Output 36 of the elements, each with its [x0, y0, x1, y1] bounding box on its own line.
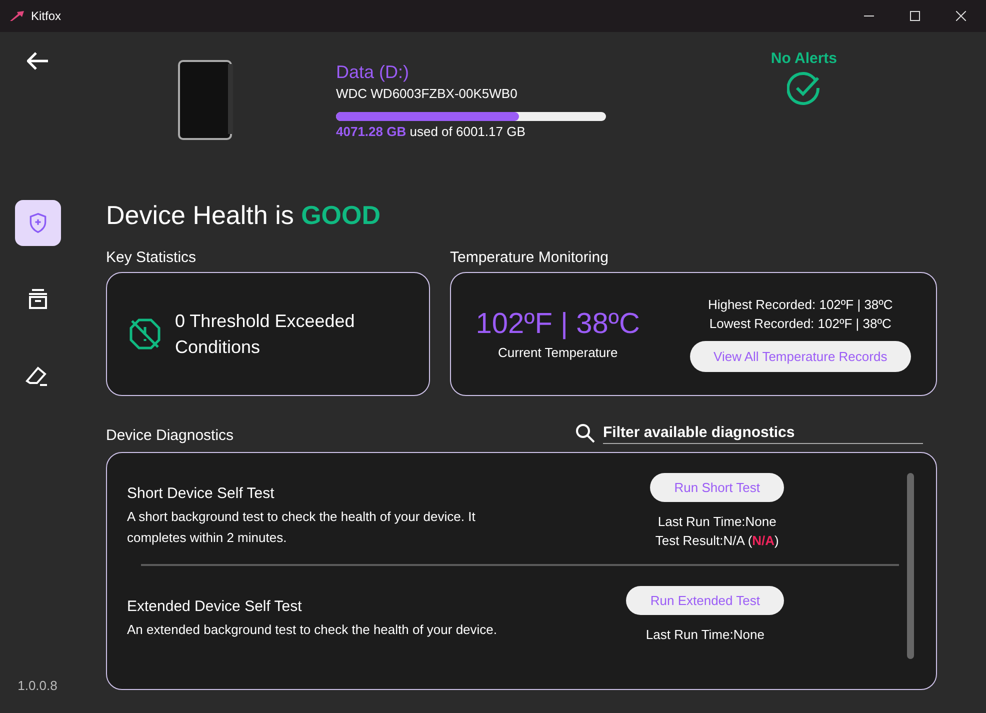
health-nav-item[interactable] [14, 200, 60, 246]
drive-model: WDC WD6003FZBX-00K5WB0 [336, 86, 518, 101]
highest-temperature: Highest Recorded: 102ºF | 38ºC [708, 296, 893, 312]
run-test-button[interactable]: Run Extended Test [626, 586, 784, 615]
back-arrow-icon[interactable] [26, 52, 48, 70]
maximize-icon[interactable] [910, 11, 920, 21]
last-run-time: Last Run Time:None [658, 514, 776, 529]
test-title: Short Device Self Test [127, 485, 276, 502]
alerts-status: No Alerts [770, 50, 837, 67]
lowest-temperature: Lowest Recorded: 102ºF | 38ºC [709, 316, 892, 330]
version-label: 1.0.0.8 [18, 678, 58, 693]
search-icon [575, 423, 595, 443]
current-temperature-label: Current Temperature [498, 345, 618, 360]
test-title: Extended Device Self Test [127, 598, 303, 615]
last-run-time: Last Run Time:None [646, 627, 764, 642]
warning-off-icon [127, 316, 163, 352]
section-heading: Temperature Monitoring [450, 249, 610, 266]
run-test-button[interactable]: Run Short Test [650, 473, 784, 502]
used-space: 4071.28 GB [336, 124, 406, 139]
section-heading: Device Diagnostics [106, 427, 234, 444]
test-result: Test Result:N/A (N/A) [655, 533, 779, 548]
check-circle-icon [786, 71, 821, 105]
drive-name: Data (D:) [336, 62, 410, 83]
total-space: used of 6001.17 GB [410, 124, 526, 139]
app-logo-icon [9, 10, 25, 22]
test-description: A short background test to check the health of your device. It completes within 2 minutes. [127, 508, 476, 547]
filter-field[interactable]: Filter available diagnostics [603, 422, 923, 444]
current-temperature: 102ºF | 38ºC [476, 308, 640, 341]
section-heading: Key Statistics [106, 249, 198, 266]
device-health-heading: Device Health is GOOD [106, 200, 382, 231]
scrollbar[interactable] [907, 473, 914, 659]
window-title: Kitfox [31, 9, 62, 23]
view-records-button[interactable]: View All Temperature Records [690, 340, 912, 372]
threshold-count: 0 Threshold Exceeded Conditions [175, 310, 356, 359]
test-description: An extended background test to check the health of your device. [127, 621, 498, 639]
close-icon[interactable] [956, 11, 966, 21]
